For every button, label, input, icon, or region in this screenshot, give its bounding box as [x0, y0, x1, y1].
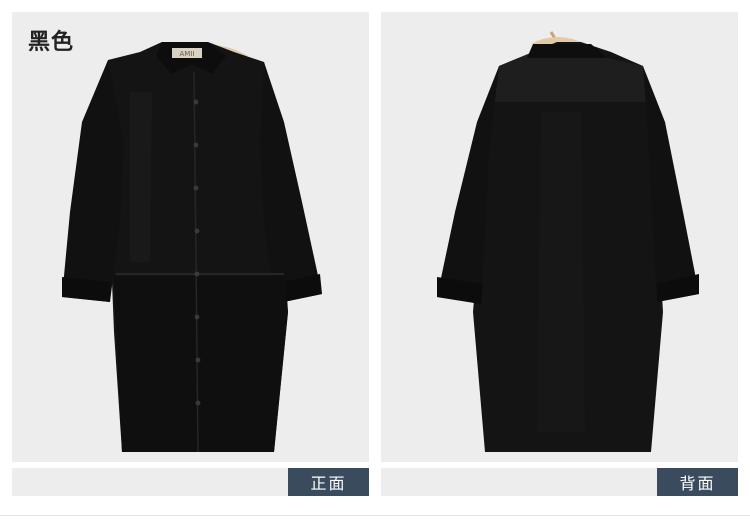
svg-text:AMII: AMII: [180, 50, 195, 58]
front-caption-strip: 正面: [12, 468, 369, 496]
divider: [0, 515, 750, 516]
back-caption-strip: 背面: [381, 468, 738, 496]
front-view-panel: AMII 黑色: [12, 12, 369, 462]
front-tag: 正面: [288, 468, 369, 496]
lower-panel: [114, 276, 288, 452]
back-tag: 背面: [657, 468, 738, 496]
back-collar: [527, 44, 607, 58]
back-garment-image: [437, 31, 699, 452]
front-garment-image: AMII: [62, 42, 322, 453]
back-view-panel: [381, 12, 738, 462]
color-label: 黑色: [28, 30, 75, 55]
